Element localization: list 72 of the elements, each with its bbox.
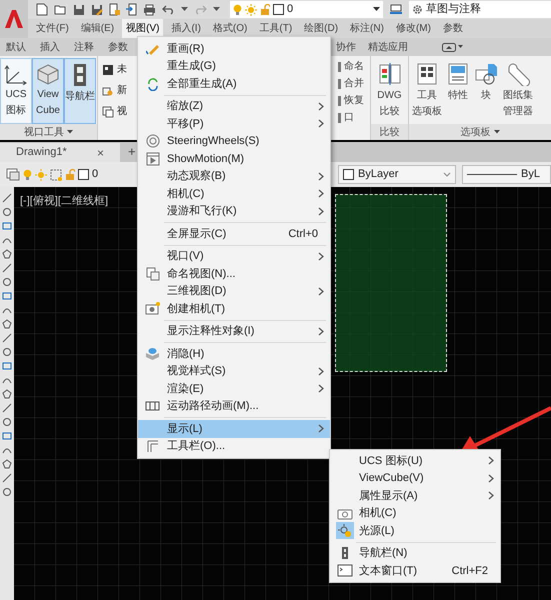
menu-item[interactable]: 运动路径动画(M)... (138, 398, 330, 415)
ribbon-button[interactable]: DWG 比较 (371, 56, 408, 124)
menu-item[interactable]: 消隐(H) (138, 345, 330, 362)
viewport-label[interactable]: [-][俯视][二维线框] (20, 193, 108, 210)
ribbon-command[interactable]: 恢复 (344, 94, 364, 108)
ribbon-button[interactable]: View Cube (32, 58, 64, 124)
menu-item[interactable]: 渲染(E) (138, 380, 330, 398)
layer-name: 0 (92, 167, 98, 182)
ribbon-button[interactable]: 工具 选项板 (412, 62, 442, 124)
ribbon-tab[interactable]: 注释 (74, 40, 94, 54)
menu-item[interactable]: ShowMotion(M) (138, 150, 330, 168)
menu-item[interactable]: 光源(L) (330, 522, 500, 540)
ribbon-command[interactable]: 命名 (344, 60, 364, 74)
menu-bar-item[interactable]: 参数 (438, 19, 467, 38)
menu-item[interactable]: 缩放(Z) (138, 98, 330, 115)
new-tab-button[interactable]: + (128, 142, 136, 162)
linetype-dropdown[interactable]: ByL (462, 165, 551, 184)
menu-item[interactable]: SteeringWheels(S) (138, 132, 330, 150)
menu-bar-item[interactable]: 格式(O) (208, 19, 252, 38)
menu-item[interactable]: 动态观察(B) (138, 168, 330, 185)
ribbon-command[interactable]: 合并 (344, 77, 364, 91)
menu-item[interactable]: 工具栏(O)... (138, 438, 330, 455)
ribbon-button[interactable]: 图纸集 管理器 (503, 62, 533, 124)
ribbon-command[interactable]: 未 (117, 62, 127, 77)
color-dropdown[interactable]: ByLayer (338, 165, 456, 184)
menu-item[interactable]: 视口(V) (138, 248, 330, 265)
ribbon-button[interactable]: 块 (474, 62, 498, 124)
ribbon-tab[interactable]: 协作 (336, 40, 356, 54)
menu-item[interactable]: 漫游和飞行(K) (138, 202, 330, 220)
ribbon-tab[interactable]: 参数 (108, 40, 128, 54)
layer-dropdown[interactable]: 0 (230, 1, 383, 18)
menu-item[interactable]: 导航栏(N) (330, 544, 500, 562)
ribbon-tab[interactable]: 默认 (6, 40, 26, 54)
ribbon-tab[interactable]: 精选应用 (368, 40, 408, 54)
menu-bar-item[interactable]: 文件(F) (32, 19, 73, 38)
menu-bar-item[interactable]: 视图(V) (122, 19, 164, 38)
menu-item[interactable]: UCS 图标(U) (330, 452, 500, 470)
ribbon-button[interactable]: 特性 (447, 62, 469, 124)
ribbon-command[interactable]: 新 (117, 83, 127, 98)
menu-bar-item[interactable]: 绘图(D) (300, 19, 342, 38)
panel-title: 视口工具 (24, 126, 64, 140)
ribbon-tab[interactable]: 插入 (40, 40, 60, 54)
menu-item[interactable]: 显示注释性对象(I) (138, 322, 330, 340)
ribbon-button[interactable]: UCS 图标 (0, 58, 32, 124)
panel-title: 比较 (380, 126, 400, 140)
menu-item[interactable]: 文本窗口(T) Ctrl+F2 (330, 562, 500, 580)
menu-bar-item[interactable]: 修改(M) (392, 19, 435, 38)
panel-title: 选项板 (460, 126, 490, 140)
menu-item[interactable]: 属性显示(A) (330, 487, 500, 504)
menu-item[interactable]: ViewCube(V) (330, 470, 500, 487)
menu-item[interactable]: 重生成(G) (138, 58, 330, 75)
menu-item[interactable]: 三维视图(D) (138, 282, 330, 300)
menu-item[interactable]: 创建相机(T) (138, 300, 330, 318)
file-tab[interactable]: Drawing1* × (0, 143, 120, 162)
menu-item[interactable]: 全部重生成(A) (138, 75, 330, 92)
menu-item[interactable]: 命名视图(N)... (138, 265, 330, 282)
menu-item[interactable]: 显示(L) (138, 420, 330, 438)
menu-bar-item[interactable]: 标注(N) (346, 19, 388, 38)
menu-item[interactable]: 相机(C) (138, 185, 330, 202)
menu-item[interactable]: 重画(R) (138, 40, 330, 58)
close-tab-button[interactable]: × (96, 144, 104, 162)
menu-bar-item[interactable]: 工具(T) (255, 19, 296, 38)
ribbon-command[interactable]: 视 (117, 104, 127, 119)
menu-item[interactable]: 相机(C) (330, 504, 500, 522)
menu-item[interactable]: 平移(P) (138, 115, 330, 132)
menu-item[interactable]: 视觉样式(S) (138, 362, 330, 380)
workspace-dropdown[interactable]: 草图与注释 (409, 1, 551, 18)
ribbon-command[interactable]: 口 (344, 111, 354, 125)
menu-bar-item[interactable]: 插入(I) (167, 19, 205, 38)
ribbon-button[interactable]: 导航栏 (64, 58, 96, 124)
menu-item[interactable]: 全屏显示(C) Ctrl+0 (138, 225, 330, 242)
menu-bar-item[interactable]: 编辑(E) (76, 19, 118, 38)
